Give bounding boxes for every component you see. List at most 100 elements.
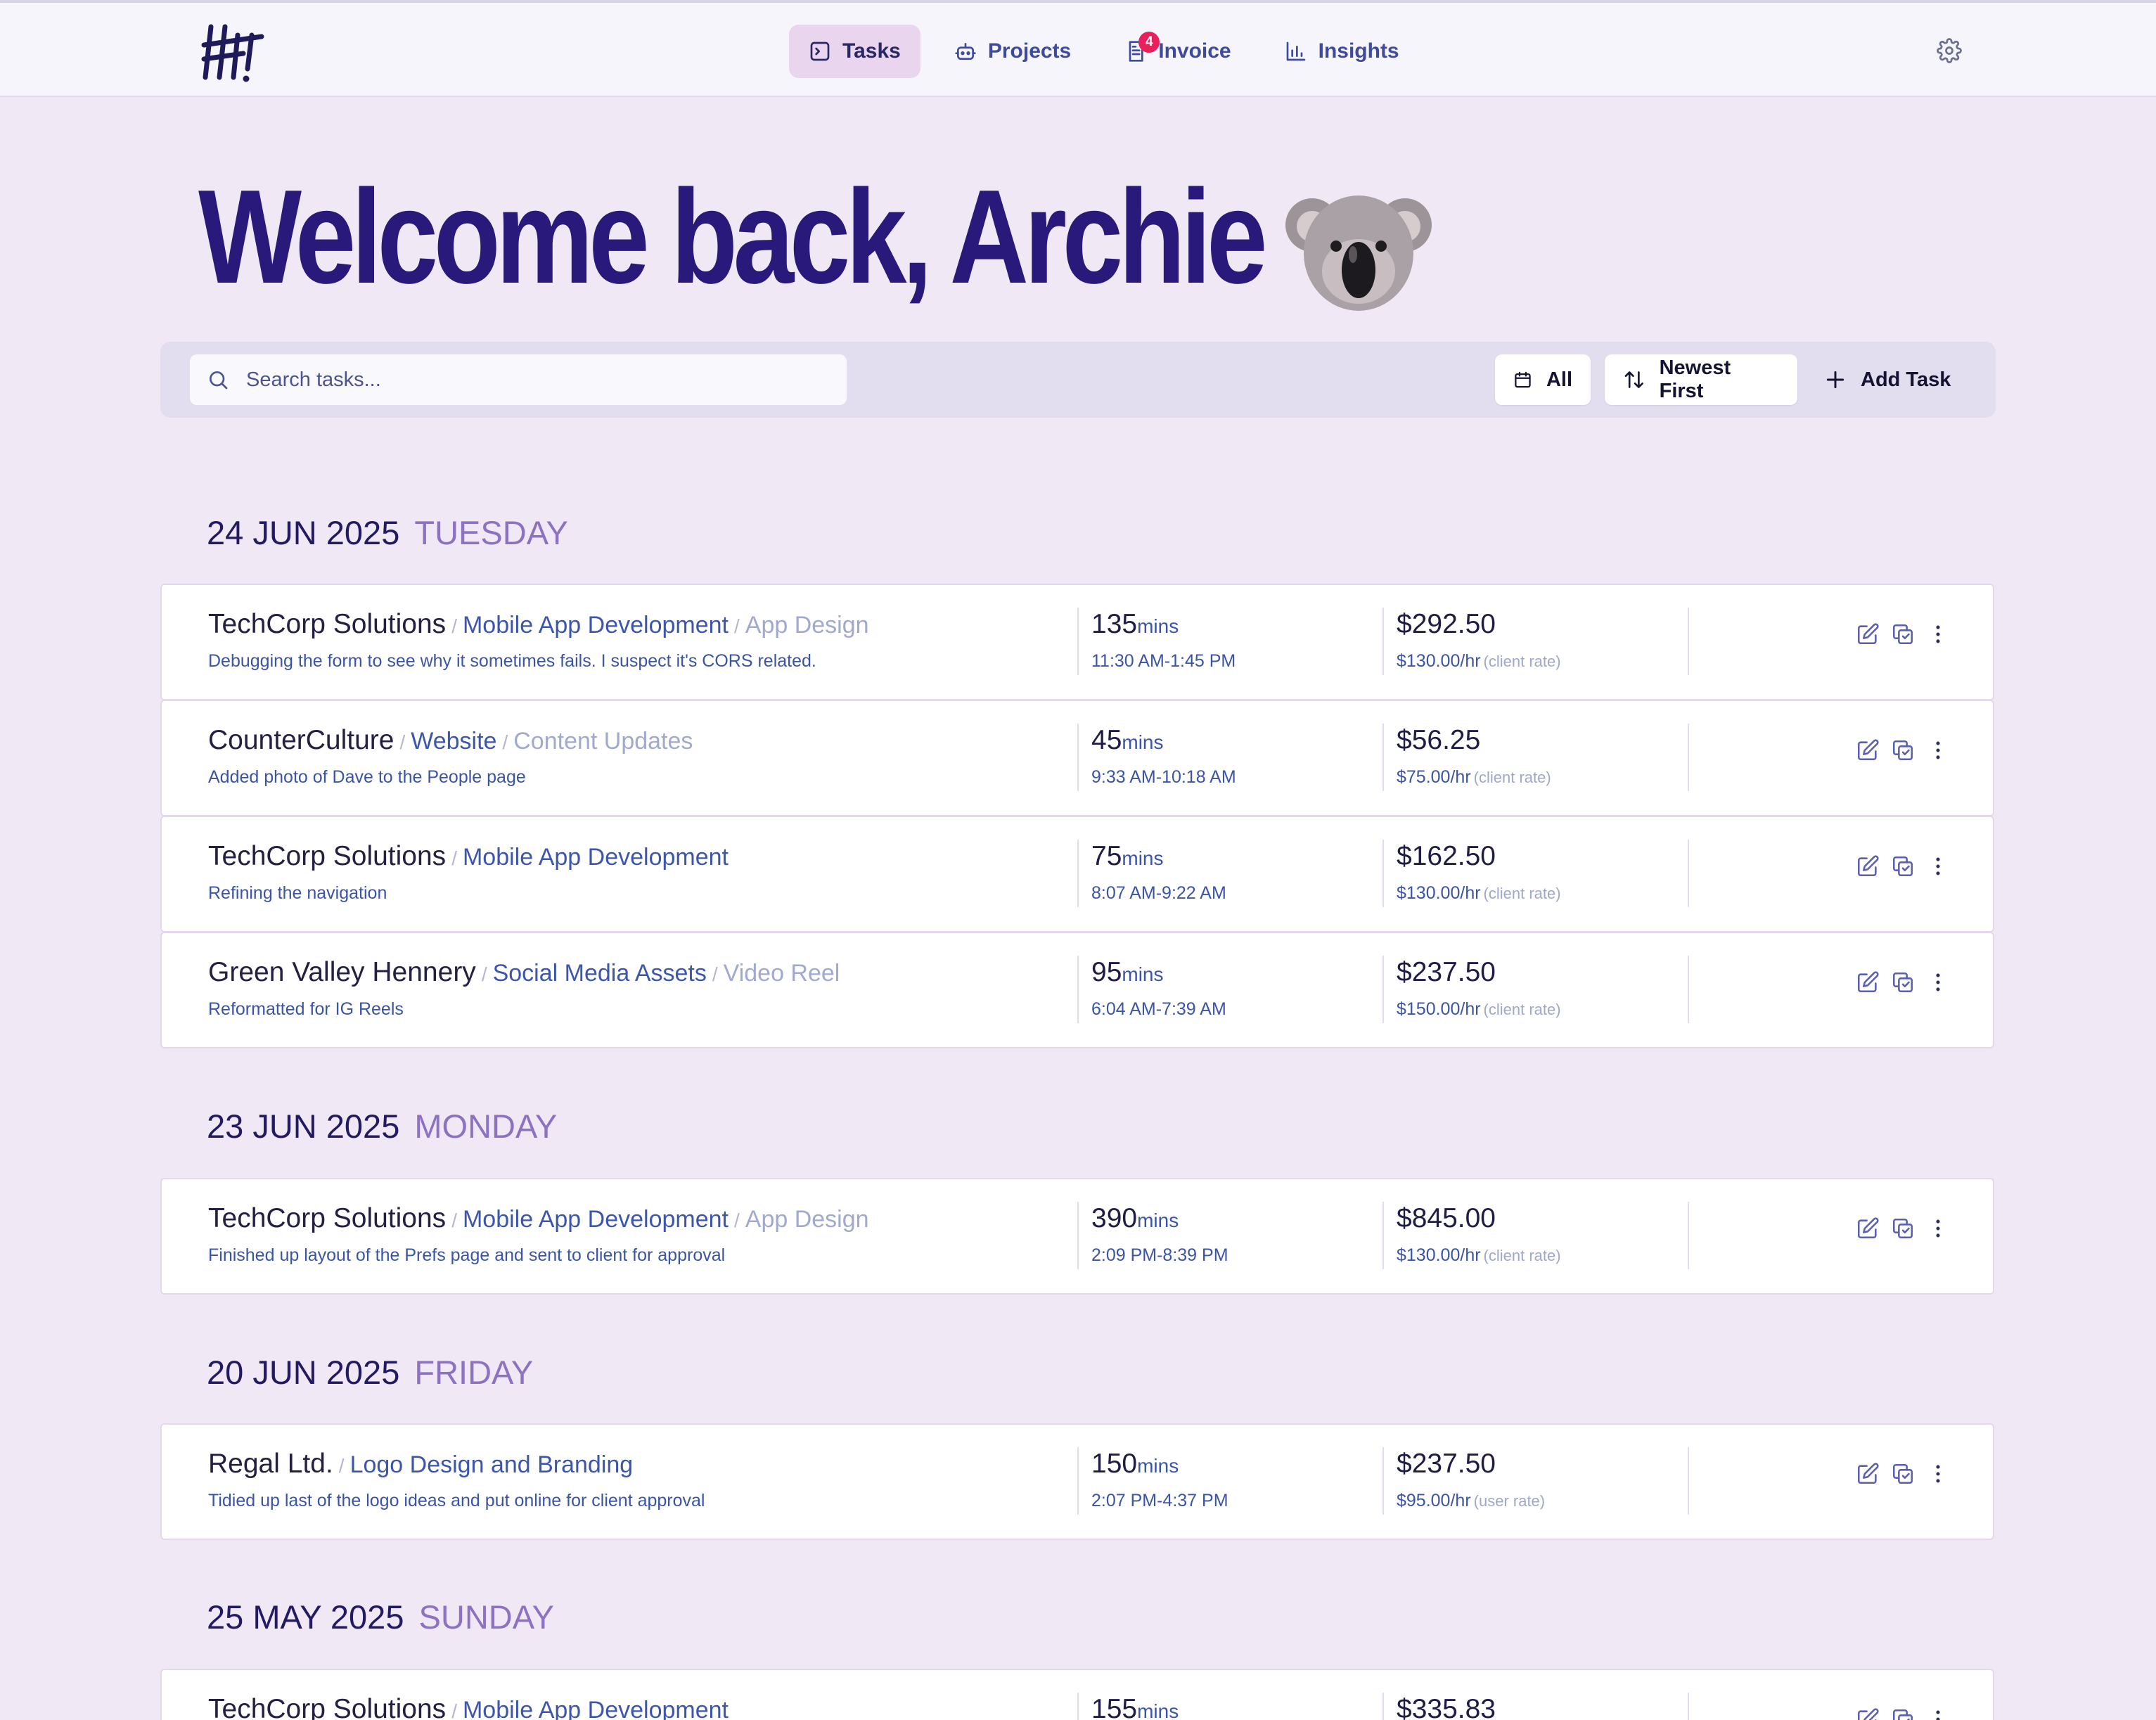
edit-button[interactable] xyxy=(1855,1216,1880,1241)
breadcrumb-separator: / xyxy=(451,615,457,637)
bar-chart-icon xyxy=(1286,41,1305,61)
more-options-button[interactable] xyxy=(1925,738,1951,763)
duplicate-button[interactable] xyxy=(1890,1707,1916,1720)
column-divider xyxy=(1077,1693,1079,1720)
task-project[interactable]: Logo Design and Branding xyxy=(350,1451,634,1478)
column-divider xyxy=(1688,1693,1689,1720)
duplicate-button[interactable] xyxy=(1890,1216,1916,1241)
duration-unit: mins xyxy=(1137,1455,1179,1477)
nav-tab-insights[interactable]: Insights xyxy=(1265,25,1419,78)
search-input[interactable] xyxy=(246,364,823,395)
edit-button[interactable] xyxy=(1855,1707,1880,1720)
task-project[interactable]: Mobile App Development xyxy=(463,612,729,638)
duration-unit: mins xyxy=(1137,1209,1179,1231)
task-rate: $150.00/hr (client rate) xyxy=(1397,999,1561,1020)
task-row[interactable]: CounterCulture / Website / Content Updates A… xyxy=(160,700,1994,816)
rate-value: $95.00/hr xyxy=(1397,1491,1471,1510)
more-vertical-icon xyxy=(1936,973,1940,991)
column-divider xyxy=(1382,608,1384,675)
column-divider xyxy=(1688,956,1689,1023)
group-day: TUESDAY xyxy=(414,514,568,551)
task-title: TechCorp Solutions / Mobile App Developmen… xyxy=(208,841,729,872)
task-actions xyxy=(1855,968,1951,996)
koala-emoji-icon xyxy=(1285,195,1432,311)
task-row[interactable]: TechCorp Solutions / Mobile App Developmen… xyxy=(160,816,1994,932)
task-rate: $130.00/hr (client rate) xyxy=(1397,883,1561,904)
duplicate-icon xyxy=(1892,624,1913,645)
breadcrumb-separator: / xyxy=(733,1209,740,1231)
nav-tab-invoice[interactable]: 4 Invoice xyxy=(1105,25,1250,78)
more-options-button[interactable] xyxy=(1925,1461,1951,1487)
task-row[interactable]: TechCorp Solutions / Mobile App Developmen… xyxy=(160,1178,1994,1295)
sort-button[interactable]: Newest First xyxy=(1605,354,1797,405)
edit-icon xyxy=(1857,855,1879,877)
more-vertical-icon xyxy=(1936,741,1940,759)
duration-unit: mins xyxy=(1122,847,1164,869)
task-project[interactable]: Website xyxy=(411,728,496,755)
task-row[interactable]: Green Valley Hennery / Social Media Assets… xyxy=(160,932,1994,1048)
add-task-button[interactable]: Add Task xyxy=(1806,354,1975,405)
nav-tab-projects[interactable]: Projects xyxy=(935,25,1091,78)
duplicate-button[interactable] xyxy=(1890,1461,1916,1487)
task-row[interactable]: Regal Ltd. / Logo Design and Branding Tidi… xyxy=(160,1423,1994,1540)
group-date: 20 JUN 2025 xyxy=(207,1354,400,1391)
more-options-button[interactable] xyxy=(1925,854,1951,879)
task-amount: $237.50 xyxy=(1397,1449,1496,1479)
duplicate-button[interactable] xyxy=(1890,738,1916,763)
rate-value: $150.00/hr xyxy=(1397,999,1481,1019)
more-vertical-icon xyxy=(1936,625,1940,643)
task-project[interactable]: Mobile App Development xyxy=(463,844,729,871)
more-options-button[interactable] xyxy=(1925,970,1951,995)
task-row[interactable]: TechCorp Solutions / Mobile App Developmen… xyxy=(160,584,1994,700)
date-group-heading: 20 JUN 2025 FRIDAY xyxy=(207,1353,533,1392)
edit-button[interactable] xyxy=(1855,1461,1880,1487)
task-project[interactable]: Mobile App Development xyxy=(463,1697,729,1720)
gear-icon[interactable] xyxy=(1937,38,1962,63)
task-subtask: Content Updates xyxy=(513,728,693,755)
rate-type: (user rate) xyxy=(1473,1492,1546,1510)
edit-button[interactable] xyxy=(1855,970,1880,995)
task-project[interactable]: Mobile App Development xyxy=(463,1206,729,1233)
task-description: Tidied up last of the logo ideas and put… xyxy=(208,1491,705,1510)
task-amount: $237.50 xyxy=(1397,957,1496,987)
more-options-button[interactable] xyxy=(1925,1216,1951,1241)
nav-tab-label: Insights xyxy=(1318,39,1399,63)
edit-button[interactable] xyxy=(1855,738,1880,763)
group-day: MONDAY xyxy=(414,1108,558,1145)
filter-label: All xyxy=(1546,368,1572,391)
app-logo[interactable] xyxy=(201,21,264,84)
duplicate-icon xyxy=(1892,740,1913,761)
tasks-icon xyxy=(810,41,830,61)
column-divider xyxy=(1077,1447,1079,1515)
task-rate: $75.00/hr (client rate) xyxy=(1397,767,1551,788)
edit-button[interactable] xyxy=(1855,854,1880,879)
nav-tab-label: Projects xyxy=(987,39,1072,63)
more-options-button[interactable] xyxy=(1925,1707,1951,1720)
duplicate-button[interactable] xyxy=(1890,854,1916,879)
task-time-range: 2:07 PM-4:37 PM xyxy=(1091,1491,1228,1510)
column-divider xyxy=(1688,1202,1689,1269)
search-box[interactable] xyxy=(190,354,847,405)
date-filter-button[interactable]: All xyxy=(1495,354,1591,405)
nav-tab-tasks[interactable]: Tasks xyxy=(789,25,920,78)
task-row[interactable]: TechCorp Solutions / Mobile App Developmen… xyxy=(160,1669,1994,1720)
task-project[interactable]: Social Media Assets xyxy=(493,960,707,987)
task-actions xyxy=(1855,1214,1951,1243)
more-options-button[interactable] xyxy=(1925,622,1951,647)
task-duration: 95mins xyxy=(1091,957,1164,988)
column-divider xyxy=(1382,1693,1384,1720)
rate-type: (client rate) xyxy=(1473,769,1551,786)
task-duration: 390mins xyxy=(1091,1203,1179,1234)
task-duration: 45mins xyxy=(1091,725,1164,756)
edit-icon xyxy=(1857,971,1879,993)
edit-icon xyxy=(1857,623,1879,645)
main-nav: Tasks Projects 4 Invoice Insights xyxy=(789,24,1419,79)
edit-button[interactable] xyxy=(1855,622,1880,647)
rate-value: $130.00/hr xyxy=(1397,651,1481,671)
nav-tab-label: Tasks xyxy=(842,39,901,63)
duration-unit: mins xyxy=(1137,1700,1179,1720)
duplicate-button[interactable] xyxy=(1890,970,1916,995)
more-vertical-icon xyxy=(1936,1219,1940,1238)
duplicate-icon xyxy=(1892,1463,1913,1484)
duplicate-button[interactable] xyxy=(1890,622,1916,647)
